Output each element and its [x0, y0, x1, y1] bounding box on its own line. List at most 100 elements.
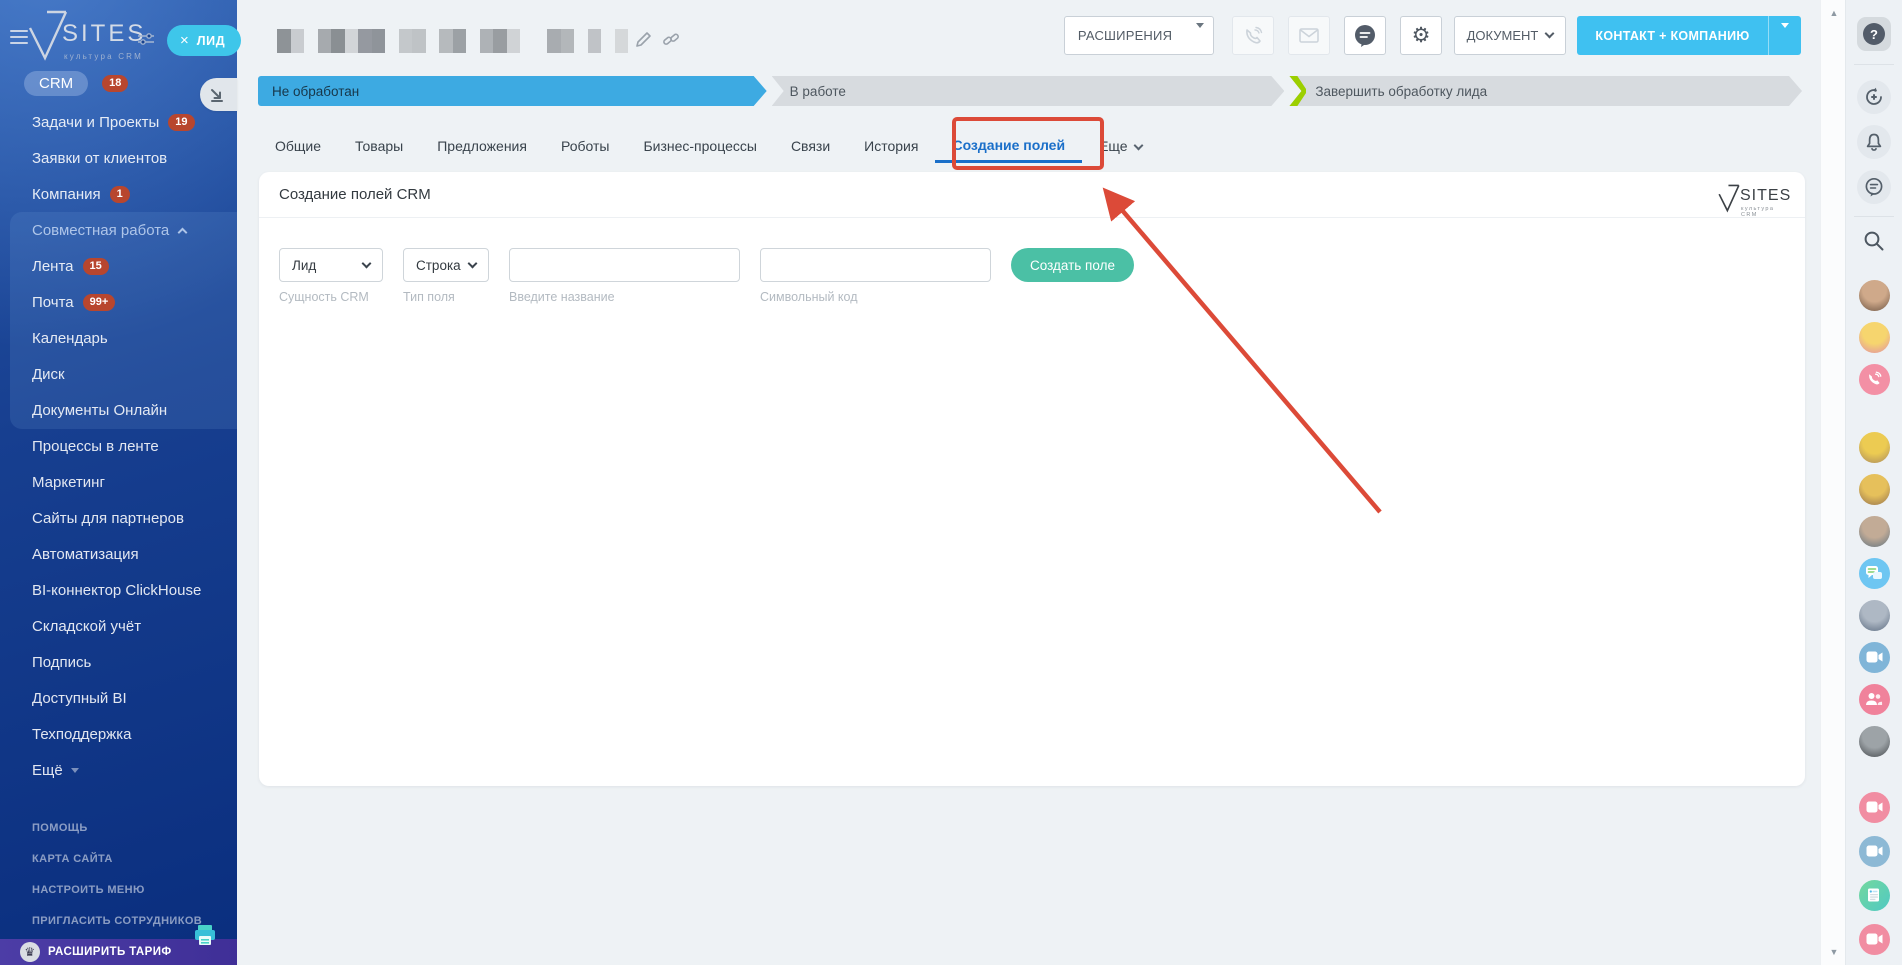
stage-2[interactable]: В работе	[772, 76, 1285, 106]
scroll-down-icon[interactable]: ▼	[1821, 947, 1847, 957]
field-type-select[interactable]: Строка	[403, 248, 489, 282]
tab-история[interactable]: История	[847, 129, 935, 163]
chat-avatar-2[interactable]	[1857, 320, 1891, 354]
sidebar-footer-help[interactable]: ПОМОЩЬ	[0, 812, 237, 843]
tab-создание-полей[interactable]: Создание полей	[935, 129, 1083, 163]
field-name-input[interactable]	[509, 248, 740, 282]
envelope-icon	[1299, 28, 1319, 43]
stage-3[interactable]: Завершить обработку лида	[1289, 76, 1802, 106]
sidebar-footer-links: ПОМОЩЬ КАРТА САЙТА НАСТРОИТЬ МЕНЮ ПРИГЛАСИТ…	[0, 812, 237, 936]
scroll-up-icon[interactable]: ▲	[1821, 8, 1847, 18]
sidebar-item-bi-clickhouse[interactable]: BI-коннектор ClickHouse	[0, 572, 237, 608]
entity-type-pill[interactable]: × ЛИД	[167, 25, 242, 56]
sidebar-item-partner-sites[interactable]: Сайты для партнеров	[0, 500, 237, 536]
redacted-block	[426, 29, 440, 53]
redacted-block	[304, 29, 318, 53]
sidebar-item-company[interactable]: Компания 1	[0, 176, 237, 212]
sidebar-item-automation[interactable]: Автоматизация	[0, 536, 237, 572]
extensions-button[interactable]: РАСШИРЕНИЯ	[1064, 16, 1214, 55]
gear-icon: ⚙	[1411, 24, 1431, 47]
sidebar-item-bi[interactable]: Доступный BI	[0, 680, 237, 716]
activity-button[interactable]	[1857, 80, 1891, 114]
video-camera-icon	[1858, 923, 1890, 955]
group-avatar-1[interactable]	[1857, 430, 1891, 464]
sidebar-item-more[interactable]: Ещё	[0, 752, 237, 788]
call-button[interactable]	[1232, 16, 1274, 55]
document-button[interactable]: ДОКУМЕНТ	[1454, 16, 1566, 55]
lead-stage-bar: Не обработан В работе Завершить обработку …	[258, 76, 1802, 106]
sidebar-item-calendar[interactable]: Календарь	[0, 320, 237, 356]
sidebar-footer-sitemap[interactable]: КАРТА САЙТА	[0, 843, 237, 874]
sidebar-item-client-requests[interactable]: Заявки от клиентов	[0, 140, 237, 176]
help-button[interactable]: ?	[1857, 17, 1891, 51]
redacted-block	[534, 29, 548, 53]
notifications-button[interactable]	[1857, 125, 1891, 159]
app-screen: SITES культура CRM CRM 18 Задачи и Проек…	[0, 0, 1902, 965]
tab-еще[interactable]: Еще	[1082, 129, 1159, 163]
sidebar-item-feed[interactable]: Лента 15	[0, 248, 237, 284]
sidebar-footer-customize-menu[interactable]: НАСТРОИТЬ МЕНЮ	[0, 874, 237, 905]
chat-avatar-1[interactable]	[1857, 278, 1891, 312]
chat-bubbles-button[interactable]	[1857, 556, 1891, 590]
chat-avatar-5[interactable]	[1857, 724, 1891, 758]
tab-товары[interactable]: Товары	[338, 129, 420, 163]
tab-предложения[interactable]: Предложения	[420, 129, 544, 163]
settings-sliders-icon[interactable]	[138, 32, 154, 46]
sidebar-item-collaboration[interactable]: Совместная работа	[0, 212, 237, 248]
chat-avatar-3[interactable]	[1857, 514, 1891, 548]
field-type-select-value: Строка	[416, 257, 461, 273]
video-camera-button[interactable]	[1857, 834, 1891, 868]
sidebar-item-label: Техподдержка	[32, 725, 132, 743]
video-camera-button[interactable]	[1857, 640, 1891, 674]
email-button[interactable]	[1288, 16, 1330, 55]
sidebar-collapse-handle[interactable]	[200, 78, 237, 111]
search-button[interactable]	[1857, 224, 1891, 258]
create-field-button[interactable]: Создать поле	[1011, 248, 1134, 282]
tab-связи[interactable]: Связи	[774, 129, 847, 163]
panel-brand-tagline: культура CRM	[1741, 206, 1775, 218]
group-avatar-2[interactable]	[1857, 472, 1891, 506]
video-camera-button[interactable]	[1857, 922, 1891, 956]
page-scrollbar[interactable]: ▲ ▼	[1820, 0, 1846, 965]
contact-company-caret[interactable]	[1769, 23, 1801, 43]
sidebar-item-label: Процессы в ленте	[32, 437, 159, 455]
stage-1[interactable]: Не обработан	[258, 76, 767, 106]
chat-button[interactable]	[1344, 16, 1386, 55]
tab-бизнес-процессы[interactable]: Бизнес-процессы	[626, 129, 773, 163]
field-code-input[interactable]	[760, 248, 991, 282]
sidebar-item-feed-processes[interactable]: Процессы в ленте	[0, 428, 237, 464]
chat-avatar-4[interactable]	[1857, 598, 1891, 632]
settings-button[interactable]: ⚙	[1400, 16, 1442, 55]
close-icon[interactable]: ×	[180, 33, 189, 48]
brand-name: SITES	[62, 20, 147, 47]
sidebar-item-tasks[interactable]: Задачи и Проекты 19	[0, 104, 237, 140]
messenger-button[interactable]	[1857, 170, 1891, 204]
sidebar-item-disk[interactable]: Диск	[0, 356, 237, 392]
extensions-dropdown-caret[interactable]	[1186, 23, 1214, 43]
sidebar-item-docs-online[interactable]: Документы Онлайн	[0, 392, 237, 428]
users-group-button[interactable]	[1857, 682, 1891, 716]
copy-link-icon[interactable]	[662, 31, 680, 48]
printer-icon[interactable]	[192, 922, 218, 948]
contact-company-button[interactable]: КОНТАКТ + КОМПАНИЮ	[1577, 16, 1801, 55]
sidebar-item-inventory[interactable]: Складской учёт	[0, 608, 237, 644]
sidebar-item-label: Маркетинг	[32, 473, 105, 491]
sidebar-item-sign[interactable]: Подпись	[0, 644, 237, 680]
edit-pencil-icon[interactable]	[635, 31, 652, 48]
chat-circle-icon	[1355, 24, 1375, 47]
tab-роботы[interactable]: Роботы	[544, 129, 626, 163]
avatar	[1858, 321, 1890, 353]
phone-call-button[interactable]	[1857, 362, 1891, 396]
entity-select[interactable]: Лид	[279, 248, 383, 282]
tab-bar: Общие Товары Предложения Роботы Бизнес-проце…	[258, 129, 1159, 165]
video-camera-button[interactable]	[1857, 790, 1891, 824]
sidebar-item-marketing[interactable]: Маркетинг	[0, 464, 237, 500]
tab-label: Роботы	[560, 138, 610, 154]
sidebar-item-support[interactable]: Техподдержка	[0, 716, 237, 752]
sidebar-item-crm[interactable]: CRM	[24, 71, 89, 96]
news-doc-button[interactable]	[1857, 878, 1891, 912]
video-camera-icon	[1858, 835, 1890, 867]
sidebar-item-mail[interactable]: Почта 99+	[0, 284, 237, 320]
tab-общие[interactable]: Общие	[258, 129, 338, 163]
panel-title: Создание полей CRM	[279, 186, 431, 203]
